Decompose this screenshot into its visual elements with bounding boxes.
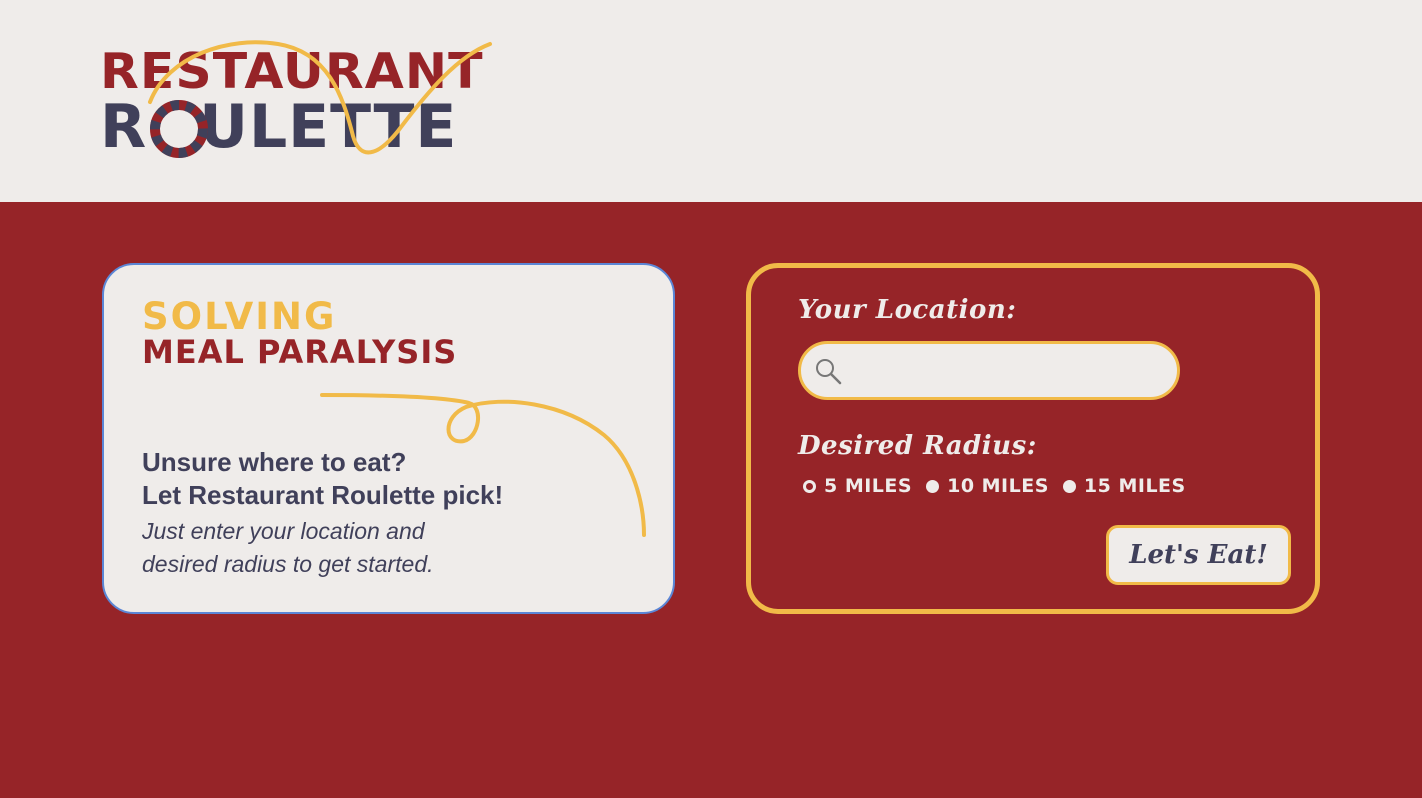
radius-option-label: 5 MILES [824,475,913,497]
intro-instructions-line1: Just enter your location and [142,518,425,544]
radio-button[interactable] [926,479,940,493]
radius-option-10[interactable]: 10 MILES [926,475,1049,497]
restaurant-roulette-logo[interactable]: RESTAURANT ROULETTE [98,36,518,166]
logo-letter-r: R [100,92,148,162]
radius-options: 5 MILES 10 MILES 15 MILES [803,474,1200,498]
site-header: RESTAURANT ROULETTE [0,0,1422,202]
search-form-card: Your Location: Desired Radius: 5 MILES 1… [746,263,1320,614]
intro-instructions-line2: desired radius to get started. [142,551,434,577]
logo-letters-ulette: ULETTE [199,92,458,162]
intro-tagline: Let Restaurant Roulette pick! [142,480,504,510]
intro-heading-top: SOLVING [142,295,337,338]
logo-line-restaurant: RESTAURANT [100,43,484,100]
radius-option-5[interactable]: 5 MILES [803,475,912,497]
intro-card: SOLVING MEAL PARALYSIS Unsure where to e… [102,263,675,614]
radio-button[interactable] [1062,479,1076,493]
radius-option-label: 10 MILES [947,475,1049,497]
location-search-box[interactable] [798,341,1180,400]
search-icon [816,359,842,385]
radio-button-selected[interactable] [803,479,816,493]
location-label: Your Location: [798,295,1017,325]
intro-question: Unsure where to eat? [142,447,407,477]
lets-eat-button[interactable]: Let's Eat! [1106,525,1291,585]
roulette-wheel-icon [150,100,208,158]
radius-option-15[interactable]: 15 MILES [1062,475,1186,497]
radius-label: Desired Radius: [798,431,1037,461]
radius-option-label: 15 MILES [1083,475,1186,497]
intro-heading-bottom: MEAL PARALYSIS [142,333,458,371]
location-input[interactable] [851,350,1167,390]
